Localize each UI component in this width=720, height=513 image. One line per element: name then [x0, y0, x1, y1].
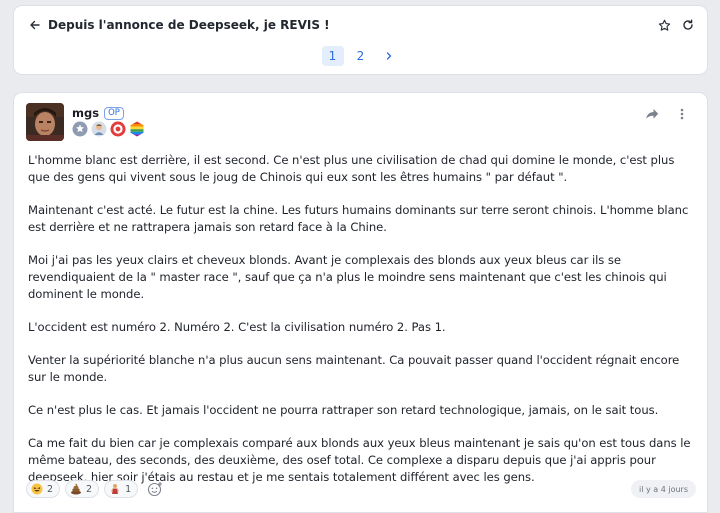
- pagination: 1 2: [14, 46, 707, 66]
- refresh-icon[interactable]: [681, 18, 695, 32]
- reaction-count: 2: [47, 483, 54, 495]
- post-card: mgs OP L'homme blanc est derrière, il es…: [13, 92, 708, 513]
- star-icon[interactable]: [657, 18, 671, 32]
- poop-icon: [70, 483, 82, 495]
- laughing-face-icon: [31, 483, 43, 495]
- author-name[interactable]: mgs: [72, 106, 99, 120]
- reaction-poop[interactable]: 2: [65, 480, 100, 498]
- topic-header-card: Depuis l'annonce de Deepseek, je REVIS !…: [13, 5, 708, 75]
- next-page-chevron-icon[interactable]: [378, 46, 400, 66]
- silver-star-badge-icon[interactable]: [72, 121, 88, 137]
- person-emoji-icon: [109, 483, 121, 495]
- back-arrow-icon[interactable]: [28, 18, 42, 32]
- post-paragraph: Venter la supériorité blanche n'a plus a…: [28, 353, 680, 384]
- reaction-count: 2: [86, 483, 93, 495]
- topic-actions: [657, 18, 695, 32]
- page-1-button[interactable]: 1: [321, 46, 344, 66]
- post-actions: [645, 107, 689, 121]
- reaction-person[interactable]: 1: [104, 480, 139, 498]
- reactions-bar: 2 2 1: [26, 480, 164, 498]
- topic-header: Depuis l'annonce de Deepseek, je REVIS !: [28, 16, 695, 34]
- reaction-laughing[interactable]: 2: [26, 480, 61, 498]
- page-2-button[interactable]: 2: [350, 46, 372, 66]
- red-circle-badge-icon[interactable]: [110, 121, 126, 137]
- post-timestamp: il y a 4 jours: [631, 480, 696, 498]
- topic-title: Depuis l'annonce de Deepseek, je REVIS !: [48, 18, 330, 32]
- rainbow-badge-icon[interactable]: [129, 121, 145, 137]
- reaction-count: 1: [125, 483, 132, 495]
- post-paragraph: L'occident est numéro 2. Numéro 2. C'est…: [28, 320, 446, 334]
- op-badge: OP: [104, 106, 124, 120]
- post-paragraph: Ca me fait du bien car je complexais com…: [28, 436, 691, 484]
- more-options-icon[interactable]: [675, 107, 689, 121]
- post-paragraph: L'homme blanc est derrière, il est secon…: [28, 153, 675, 184]
- post-body: L'homme blanc est derrière, il est secon…: [28, 152, 698, 502]
- add-reaction-icon[interactable]: [146, 480, 164, 498]
- post-paragraph: Ce n'est plus le cas. Et jamais l'occide…: [28, 403, 659, 417]
- post-paragraph: Moi j'ai pas les yeux clairs et cheveux …: [28, 253, 667, 301]
- avatar[interactable]: [26, 103, 64, 141]
- post-paragraph: Maintenant c'est acté. Le futur est la c…: [28, 203, 689, 234]
- author-line: mgs OP: [72, 106, 124, 120]
- share-icon[interactable]: [645, 107, 659, 121]
- character-badge-icon[interactable]: [91, 121, 107, 137]
- user-badges: [72, 121, 145, 137]
- post-header: mgs OP: [26, 103, 695, 143]
